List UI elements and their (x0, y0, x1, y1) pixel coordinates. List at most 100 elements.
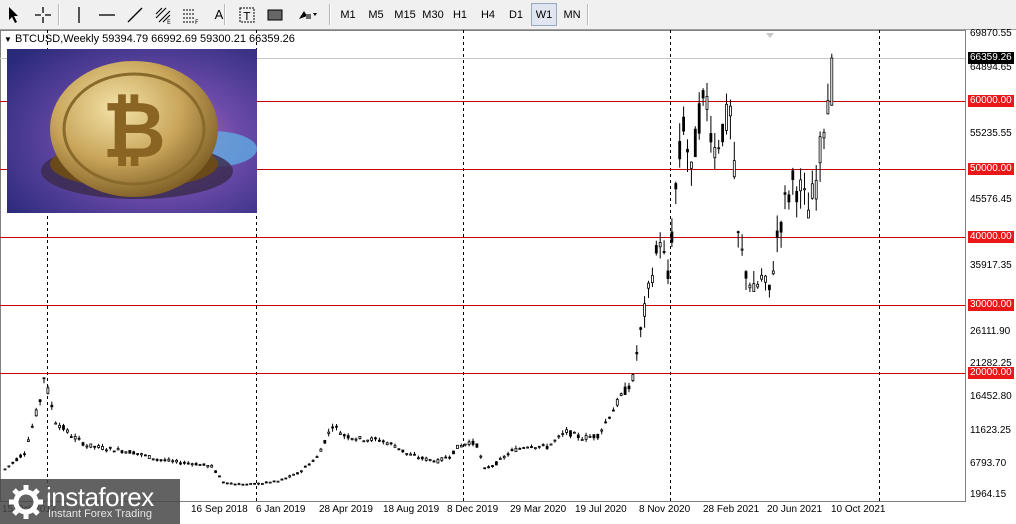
svg-text:T: T (243, 10, 251, 23)
timeframe-m5-button[interactable]: M5 (363, 3, 389, 26)
price-axis-tick: 11623.25 (970, 425, 1011, 436)
trendline-icon (127, 7, 143, 22)
level-price-label: 20000.00 (968, 367, 1014, 379)
candle-body (89, 443, 93, 448)
candle-body (604, 421, 607, 424)
timeframe-h1-button[interactable]: H1 (447, 3, 473, 26)
rectangle-tool[interactable] (264, 3, 286, 26)
candle-body (69, 436, 73, 438)
candle-body (210, 464, 214, 468)
chart-window[interactable]: ▼ BTCUSD,Weekly 59394.79 66992.69 59300.… (0, 28, 1016, 524)
candle-body (721, 123, 724, 143)
candle-body (206, 465, 210, 468)
fibonacci-tool[interactable]: F (180, 3, 202, 26)
candle-body (440, 457, 444, 461)
candle-body (810, 183, 814, 199)
candle-body (268, 481, 272, 484)
candle-body (764, 275, 767, 283)
candle-body (592, 434, 596, 439)
candle-body (713, 147, 717, 159)
text-tool[interactable]: A (208, 3, 230, 26)
candle-body (335, 425, 338, 428)
candle-body (23, 453, 26, 456)
candle-body (795, 190, 799, 203)
candle-body (15, 458, 19, 462)
time-axis-label: 29 Mar 2020 (510, 504, 567, 515)
timeframe-m1-button[interactable]: M1 (335, 3, 361, 26)
cursor-tool[interactable] (4, 3, 26, 26)
toolbar-separator (587, 4, 589, 25)
level-price-label: 60000.00 (968, 95, 1014, 107)
candle-body (331, 426, 335, 429)
timeframe-d1-button[interactable]: D1 (503, 3, 529, 26)
crosshair-tool[interactable] (32, 3, 54, 26)
candle-body (311, 460, 315, 462)
candle-body (97, 445, 100, 448)
shift-marker-icon (766, 33, 774, 38)
shapes-dropdown-tool[interactable] (292, 3, 324, 26)
candle-body (627, 385, 631, 390)
candle-body (105, 449, 108, 452)
candle-body (296, 472, 299, 475)
candle-body (128, 450, 132, 454)
candle-body (374, 437, 377, 440)
candle-body (787, 194, 791, 203)
candle-body (530, 446, 533, 449)
candle-body (631, 374, 635, 382)
current-price-label: 66359.26 (968, 52, 1014, 64)
candle-body (377, 439, 381, 442)
candle-body (319, 448, 323, 452)
chart-title: ▼ BTCUSD,Weekly 59394.79 66992.69 59300.… (4, 33, 295, 45)
timeframe-m30-button[interactable]: M30 (419, 3, 447, 26)
candle-body (428, 458, 432, 461)
candle-body (389, 442, 393, 445)
candle-body (338, 432, 342, 435)
candle-body (682, 116, 685, 132)
candle-body (7, 465, 11, 468)
candle-body (600, 429, 604, 432)
candle-body (249, 483, 253, 485)
timeframe-h4-button[interactable]: H4 (475, 3, 501, 26)
candle-body (725, 103, 728, 131)
candle-body (573, 431, 576, 434)
candle-body (81, 442, 85, 446)
candle-body (194, 463, 198, 466)
timeframe-m15-button[interactable]: M15 (391, 3, 419, 26)
candle-body (569, 430, 572, 437)
candle-body (182, 461, 186, 464)
candle-body (159, 459, 163, 462)
candle-body (791, 170, 795, 180)
candle-body (674, 183, 678, 190)
candle-body (518, 447, 522, 450)
text-label-tool[interactable]: T (236, 3, 258, 26)
time-axis-label: 16 Sep 2018 (191, 504, 248, 515)
timeframe-w1-button[interactable]: W1 (531, 3, 557, 26)
candle-body (3, 468, 7, 471)
collapse-arrow-icon[interactable]: ▼ (4, 35, 12, 44)
candle-body (619, 393, 623, 396)
candle-body (198, 464, 202, 466)
toolbar-separator (58, 4, 60, 25)
candle-body (514, 447, 518, 453)
candle-body (576, 434, 580, 439)
candle-body (303, 465, 307, 468)
candle-body (202, 463, 206, 466)
horizontal-line-tool[interactable] (96, 3, 118, 26)
time-axis-label: 8 Dec 2019 (447, 504, 499, 515)
toolbar: E F A T M1 M5 M15 M30 H1 H4 D1 W1 MN (0, 0, 1016, 30)
trendline-tool[interactable] (124, 3, 146, 26)
candle-body (748, 284, 752, 289)
candle-body (666, 270, 670, 279)
candle-body (112, 450, 116, 453)
timeframe-mn-button[interactable]: MN (559, 3, 585, 26)
horizontal-line-icon (99, 13, 115, 16)
candle-body (541, 444, 545, 446)
candle-body (502, 455, 506, 459)
candle-body (658, 242, 662, 248)
equidistant-channel-tool[interactable]: E (152, 3, 174, 26)
time-axis-label: 10 Oct 2021 (831, 504, 886, 515)
vertical-line-tool[interactable] (68, 3, 90, 26)
symbol-ohlc-text: BTCUSD,Weekly 59394.79 66992.69 59300.21… (14, 33, 295, 45)
candle-body (108, 446, 112, 449)
candle-body (405, 453, 409, 455)
